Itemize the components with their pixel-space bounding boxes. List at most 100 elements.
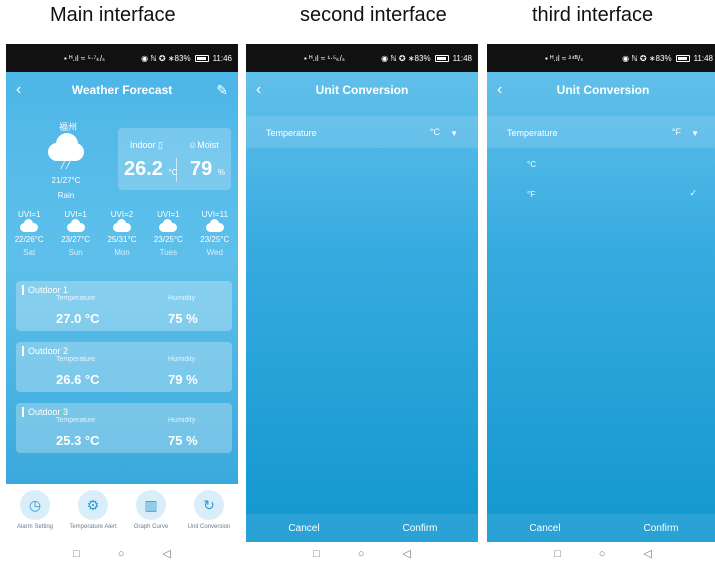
phone-second: ▪ ᴴ.ıl ≈ ¹·⁵ₖ/ₛ ◉ ℕ ✪ ∗83% 11:48 ‹ Unit C… — [246, 44, 478, 565]
outdoor-humidity: 79 % — [168, 372, 198, 387]
temp-range: 21/27°C — [51, 176, 81, 185]
caption-main: Main interface — [50, 4, 176, 26]
refresh-icon: ↻ — [194, 490, 224, 520]
temp-label: Temperature — [56, 417, 96, 424]
dialog-footer: Cancel Confirm — [246, 514, 478, 544]
humidity-label: Humidity — [168, 356, 196, 363]
humidity-label: Humidity — [168, 295, 196, 302]
option-celsius[interactable]: °C — [527, 160, 536, 169]
status-left: ▪ ᴴ.ıl ≈ ¹·⁵ₖ/ₛ — [304, 53, 345, 63]
outdoor-name: Outdoor 2 — [22, 346, 68, 356]
recents-icon[interactable]: □ — [554, 548, 561, 560]
main-header: ‹ Weather Forecast ✎ — [6, 72, 238, 108]
unit-header: ‹ Unit Conversion — [246, 72, 478, 108]
temperature-label: Temperature — [266, 128, 317, 138]
outdoor-humidity: 75 % — [168, 311, 198, 326]
outdoor-temp: 25.3 °C — [56, 433, 100, 448]
forecast-day[interactable]: UVI=1 23/25°C Tues — [148, 210, 188, 257]
cloud-icon — [112, 219, 131, 232]
current-weather: 福州 ╱╱ 21/27°C Rain — [36, 120, 96, 200]
nav-unit-conversion[interactable]: ↻ Unit Conversion — [180, 484, 238, 542]
temperature-unit-row[interactable]: Temperature °F ▼ — [487, 116, 715, 148]
outdoor-temp: 27.0 °C — [56, 311, 100, 326]
cancel-button[interactable]: Cancel — [246, 514, 362, 544]
indoor-card[interactable]: Indoor ▯ ☺Moist 26.2 °C 79 % — [118, 128, 231, 190]
forecast-day[interactable]: UVI=2 25/31°C Mon — [102, 210, 142, 257]
status-left: ▪ ᴴ.ıl ≈ ⁵·⁷ₖ/ₛ — [64, 53, 106, 63]
outdoor-card-3[interactable]: Outdoor 3 Temperature Humidity 25.3 °C 7… — [16, 403, 232, 453]
page-title: Unit Conversion — [556, 83, 650, 97]
gear-icon: ⚙ — [78, 490, 108, 520]
recents-icon[interactable]: □ — [313, 548, 320, 560]
home-icon[interactable]: ○ — [358, 548, 365, 560]
outdoor-humidity: 75 % — [168, 433, 198, 448]
status-icons: ◉ ℕ ✪ ∗83% — [141, 53, 191, 63]
cloud-icon — [20, 219, 39, 232]
outdoor-name: Outdoor 1 — [22, 285, 68, 295]
status-time: 11:48 — [693, 53, 713, 63]
edit-icon[interactable]: ✎ — [216, 72, 228, 108]
forecast-day[interactable]: UVI=1 23/27°C Sun — [56, 210, 96, 257]
cloud-icon — [159, 219, 178, 232]
unit-header: ‹ Unit Conversion — [487, 72, 715, 108]
rain-cloud-icon — [44, 133, 88, 161]
status-icons: ◉ ℕ ✪ ∗83% — [622, 53, 672, 63]
system-nav: □ ○ ◁ — [246, 542, 478, 565]
phone-main: ▪ ᴴ.ıl ≈ ⁵·⁷ₖ/ₛ ◉ ℕ ✪ ∗83% 11:46 ‹ Weathe… — [6, 44, 238, 565]
temp-label: Temperature — [56, 295, 96, 302]
battery-icon — [434, 54, 449, 62]
divider — [176, 158, 177, 182]
cloud-icon — [66, 219, 85, 232]
home-icon[interactable]: ○ — [599, 548, 606, 560]
recents-icon[interactable]: □ — [73, 548, 80, 560]
status-bar: ▪ ᴴ.ıl ≈ ¹·⁵ₖ/ₛ ◉ ℕ ✪ ∗83% 11:48 — [246, 44, 478, 72]
chart-icon: ▥ — [136, 490, 166, 520]
outdoor-card-1[interactable]: Outdoor 1 Temperature Humidity 27.0 °C 7… — [16, 281, 232, 331]
nav-graph-curve[interactable]: ▥ Graph Curve — [122, 484, 180, 542]
temperature-unit-row[interactable]: Temperature °C ▼ — [246, 116, 478, 148]
page-title: Unit Conversion — [315, 83, 409, 97]
dropdown-arrow-icon: ▼ — [691, 129, 699, 138]
forecast-row: UVI=1 22/26°C Sat UVI=1 23/27°C Sun UVI=2 … — [6, 210, 238, 257]
indoor-humidity: 79 % — [190, 158, 225, 180]
forecast-day[interactable]: UVI=1 22/26°C Sat — [9, 210, 49, 257]
system-nav: □ ○ ◁ — [487, 542, 715, 565]
status-bar: ▪ ᴴ.ıl ≈ ²⁴ᴮ/ₛ ◉ ℕ ✪ ∗83% 11:48 — [487, 44, 715, 72]
home-icon[interactable]: ○ — [118, 548, 125, 560]
battery-icon — [675, 54, 690, 62]
cloud-icon — [205, 219, 224, 232]
back-nav-icon[interactable]: ◁ — [402, 547, 410, 560]
back-nav-icon[interactable]: ◁ — [162, 547, 170, 560]
dropdown-arrow-icon: ▼ — [450, 129, 458, 138]
cancel-button[interactable]: Cancel — [487, 514, 603, 544]
confirm-button[interactable]: Confirm — [362, 514, 478, 544]
back-nav-icon[interactable]: ◁ — [643, 547, 651, 560]
nav-temperature-alert[interactable]: ⚙ Temperature Alert — [64, 484, 122, 542]
caption-second: second interface — [300, 4, 447, 26]
outdoor-card-2[interactable]: Outdoor 2 Temperature Humidity 26.6 °C 7… — [16, 342, 232, 392]
indoor-temp: 26.2 °C — [124, 158, 178, 180]
main-screen: ‹ Weather Forecast ✎ 福州 ╱╱ 21/27°C Rain … — [6, 72, 238, 484]
indoor-label: Indoor ▯ — [130, 140, 163, 150]
nav-alarm-setting[interactable]: ◷ Alarm Setting — [6, 484, 64, 542]
unit-screen: ‹ Unit Conversion Temperature °C ▼ — [246, 72, 478, 514]
back-icon[interactable]: ‹ — [16, 72, 21, 108]
option-fahrenheit[interactable]: °F — [527, 190, 535, 199]
phone-third: ▪ ᴴ.ıl ≈ ²⁴ᴮ/ₛ ◉ ℕ ✪ ∗83% 11:48 ‹ Unit Co… — [487, 44, 715, 565]
back-icon[interactable]: ‹ — [497, 72, 502, 108]
page-title: Weather Forecast — [71, 83, 173, 97]
moist-label: ☺Moist — [188, 140, 219, 150]
status-time: 11:46 — [212, 53, 232, 63]
smile-icon: ☺ — [188, 140, 198, 150]
dialog-footer: Cancel Confirm — [487, 514, 715, 544]
checkmark-icon: ✓ — [689, 188, 697, 198]
status-time: 11:48 — [452, 53, 472, 63]
phone-icon: ▯ — [158, 140, 163, 150]
city-name: 福州 — [58, 122, 77, 132]
forecast-day[interactable]: UVI=11 23/25°C Wed — [195, 210, 235, 257]
confirm-button[interactable]: Confirm — [603, 514, 715, 544]
temperature-label: Temperature — [507, 128, 558, 138]
timer-icon: ◷ — [20, 490, 50, 520]
temp-label: Temperature — [56, 356, 96, 363]
back-icon[interactable]: ‹ — [256, 72, 261, 108]
